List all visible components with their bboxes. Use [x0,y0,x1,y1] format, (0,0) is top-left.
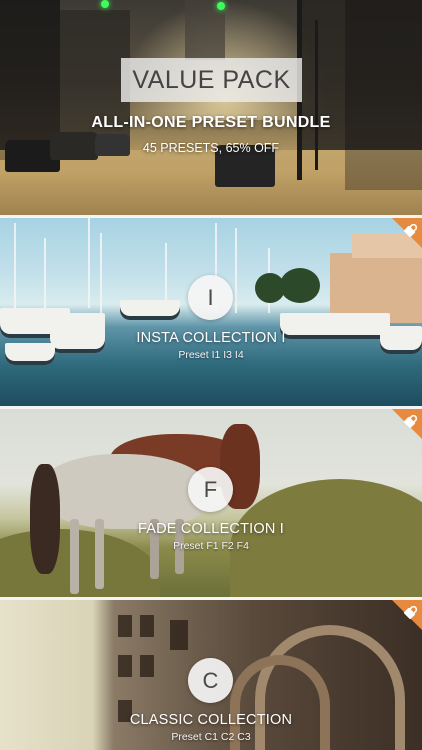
bundle-subtitle: ALL-IN-ONE PRESET BUNDLE [91,114,331,131]
traffic-light-icon [101,0,109,8]
window [140,615,154,637]
palm-tree [280,268,320,303]
mast [88,218,90,308]
insta-collection-card[interactable]: I INSTA COLLECTION I Preset I1 I3 I4 [0,218,422,406]
value-pack-banner[interactable]: VALUE PACK ALL-IN-ONE PRESET BUNDLE 45 P… [0,0,422,215]
mast [44,238,46,313]
collection-letter-badge: I [188,275,233,320]
horse-white [40,454,210,529]
traffic-light-icon [217,2,225,10]
classic-collection-card[interactable]: C CLASSIC COLLECTION Preset C1 C2 C3 [0,600,422,750]
mast [100,233,102,313]
collection-title: INSTA COLLECTION I [136,330,286,346]
window [140,655,154,677]
collection-letter-badge: C [188,658,233,703]
lock-badge [392,409,422,439]
offer-text: 45 PRESETS, 65% OFF [142,141,280,155]
boat [120,300,180,320]
collection-title: CLASSIC COLLECTION [129,712,293,728]
collection-presets: Preset C1 C2 C3 [171,731,251,743]
window [170,620,188,650]
lock-badge [392,218,422,248]
hill [230,479,422,597]
fade-collection-card[interactable]: F FADE COLLECTION I Preset F1 F2 F4 [0,409,422,597]
mast [14,223,16,318]
horse-tail [30,464,60,574]
collection-presets: Preset F1 F2 F4 [173,540,249,552]
collection-title: FADE COLLECTION I [137,521,284,537]
mast [235,228,237,313]
window [118,655,132,677]
value-pack-title: VALUE PACK [121,58,302,102]
window [118,615,132,637]
collection-letter-badge: F [188,467,233,512]
lock-badge [392,600,422,630]
collection-presets: Preset I1 I3 I4 [178,349,244,361]
